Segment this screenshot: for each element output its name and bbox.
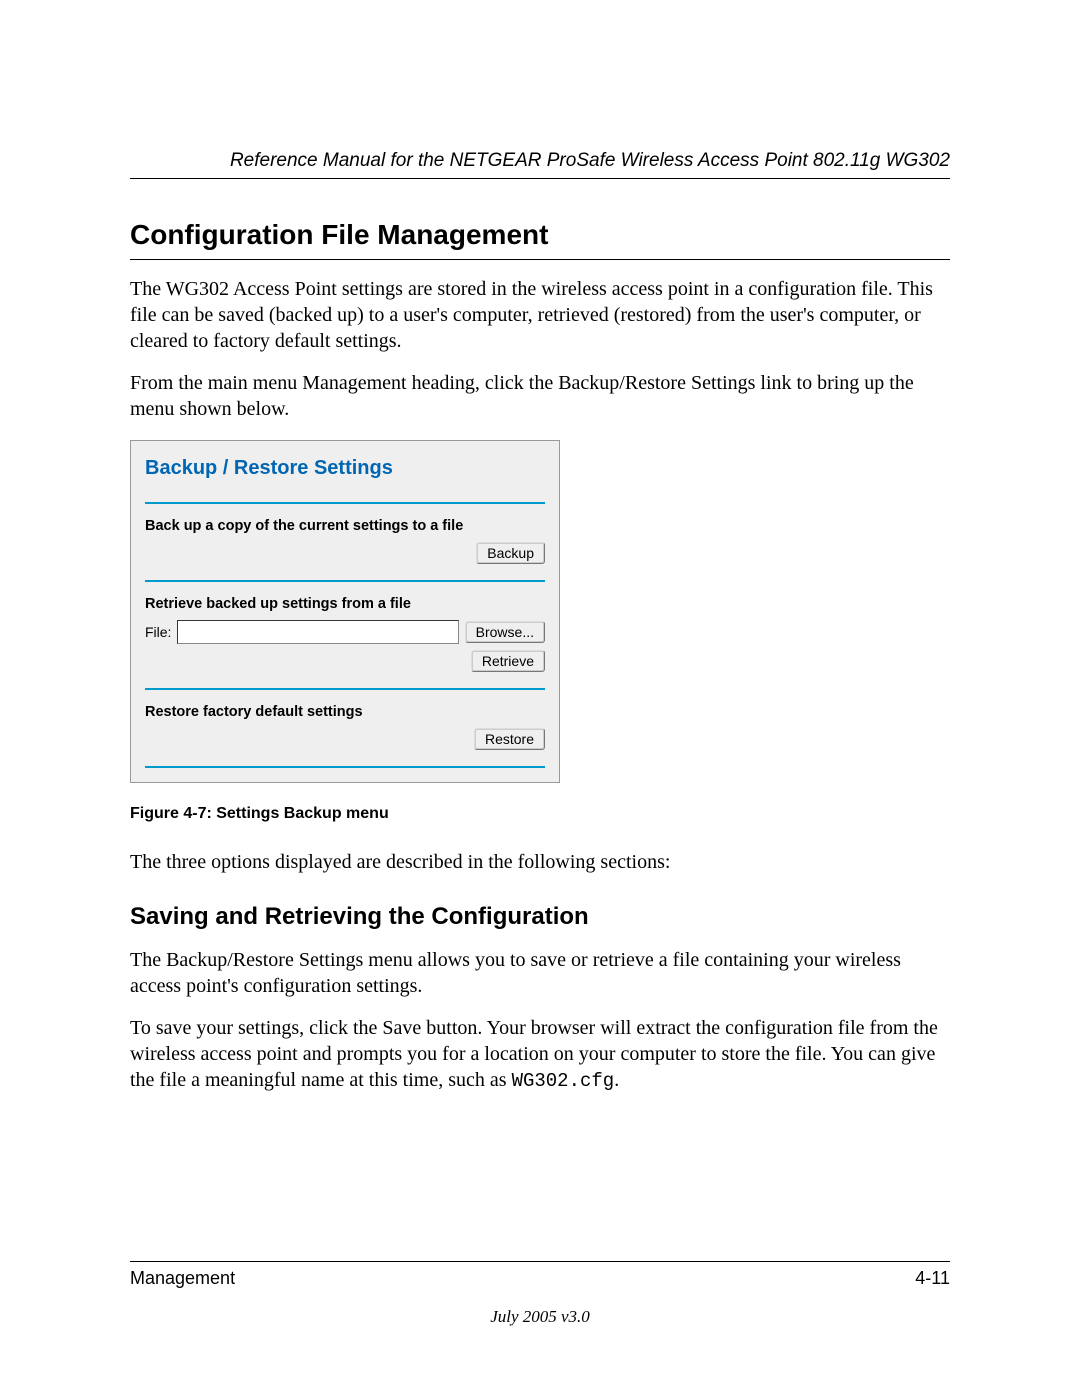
restore-label: Restore factory default settings bbox=[145, 704, 545, 720]
file-path-input[interactable] bbox=[177, 620, 458, 644]
backup-group: Back up a copy of the current settings t… bbox=[145, 504, 545, 582]
restore-group: Restore factory default settings Restore bbox=[145, 690, 545, 768]
retrieve-label: Retrieve backed up settings from a file bbox=[145, 596, 545, 612]
body-paragraph: The three options displayed are describe… bbox=[130, 849, 950, 875]
footer-section-name: Management bbox=[130, 1268, 235, 1289]
inline-code: WG302.cfg bbox=[512, 1070, 615, 1092]
panel-title: Backup / Restore Settings bbox=[145, 451, 545, 504]
footer-version-date: July 2005 v3.0 bbox=[130, 1307, 950, 1327]
body-paragraph: The WG302 Access Point settings are stor… bbox=[130, 276, 950, 354]
footer-page-number: 4-11 bbox=[915, 1268, 950, 1289]
restore-button[interactable]: Restore bbox=[474, 728, 545, 750]
file-field-label: File: bbox=[145, 624, 171, 640]
section-heading-config-file-mgmt: Configuration File Management bbox=[130, 219, 950, 260]
backup-button[interactable]: Backup bbox=[476, 542, 545, 564]
running-header: Reference Manual for the NETGEAR ProSafe… bbox=[130, 150, 950, 179]
page-footer: Management 4-11 July 2005 v3.0 bbox=[130, 1261, 950, 1327]
browse-button[interactable]: Browse... bbox=[465, 621, 545, 643]
body-paragraph: From the main menu Management heading, c… bbox=[130, 370, 950, 422]
embedded-screenshot-panel: Backup / Restore Settings Back up a copy… bbox=[130, 440, 560, 783]
body-text-run: . bbox=[614, 1069, 619, 1091]
document-page: Reference Manual for the NETGEAR ProSafe… bbox=[0, 0, 1080, 1397]
body-paragraph: To save your settings, click the Save bu… bbox=[130, 1015, 950, 1094]
section-heading-saving-retrieving: Saving and Retrieving the Configuration bbox=[130, 903, 950, 931]
figure-caption: Figure 4-7: Settings Backup menu bbox=[130, 805, 950, 823]
retrieve-button[interactable]: Retrieve bbox=[471, 650, 545, 672]
backup-label: Back up a copy of the current settings t… bbox=[145, 518, 545, 534]
retrieve-group: Retrieve backed up settings from a file … bbox=[145, 582, 545, 690]
body-paragraph: The Backup/Restore Settings menu allows … bbox=[130, 947, 950, 999]
